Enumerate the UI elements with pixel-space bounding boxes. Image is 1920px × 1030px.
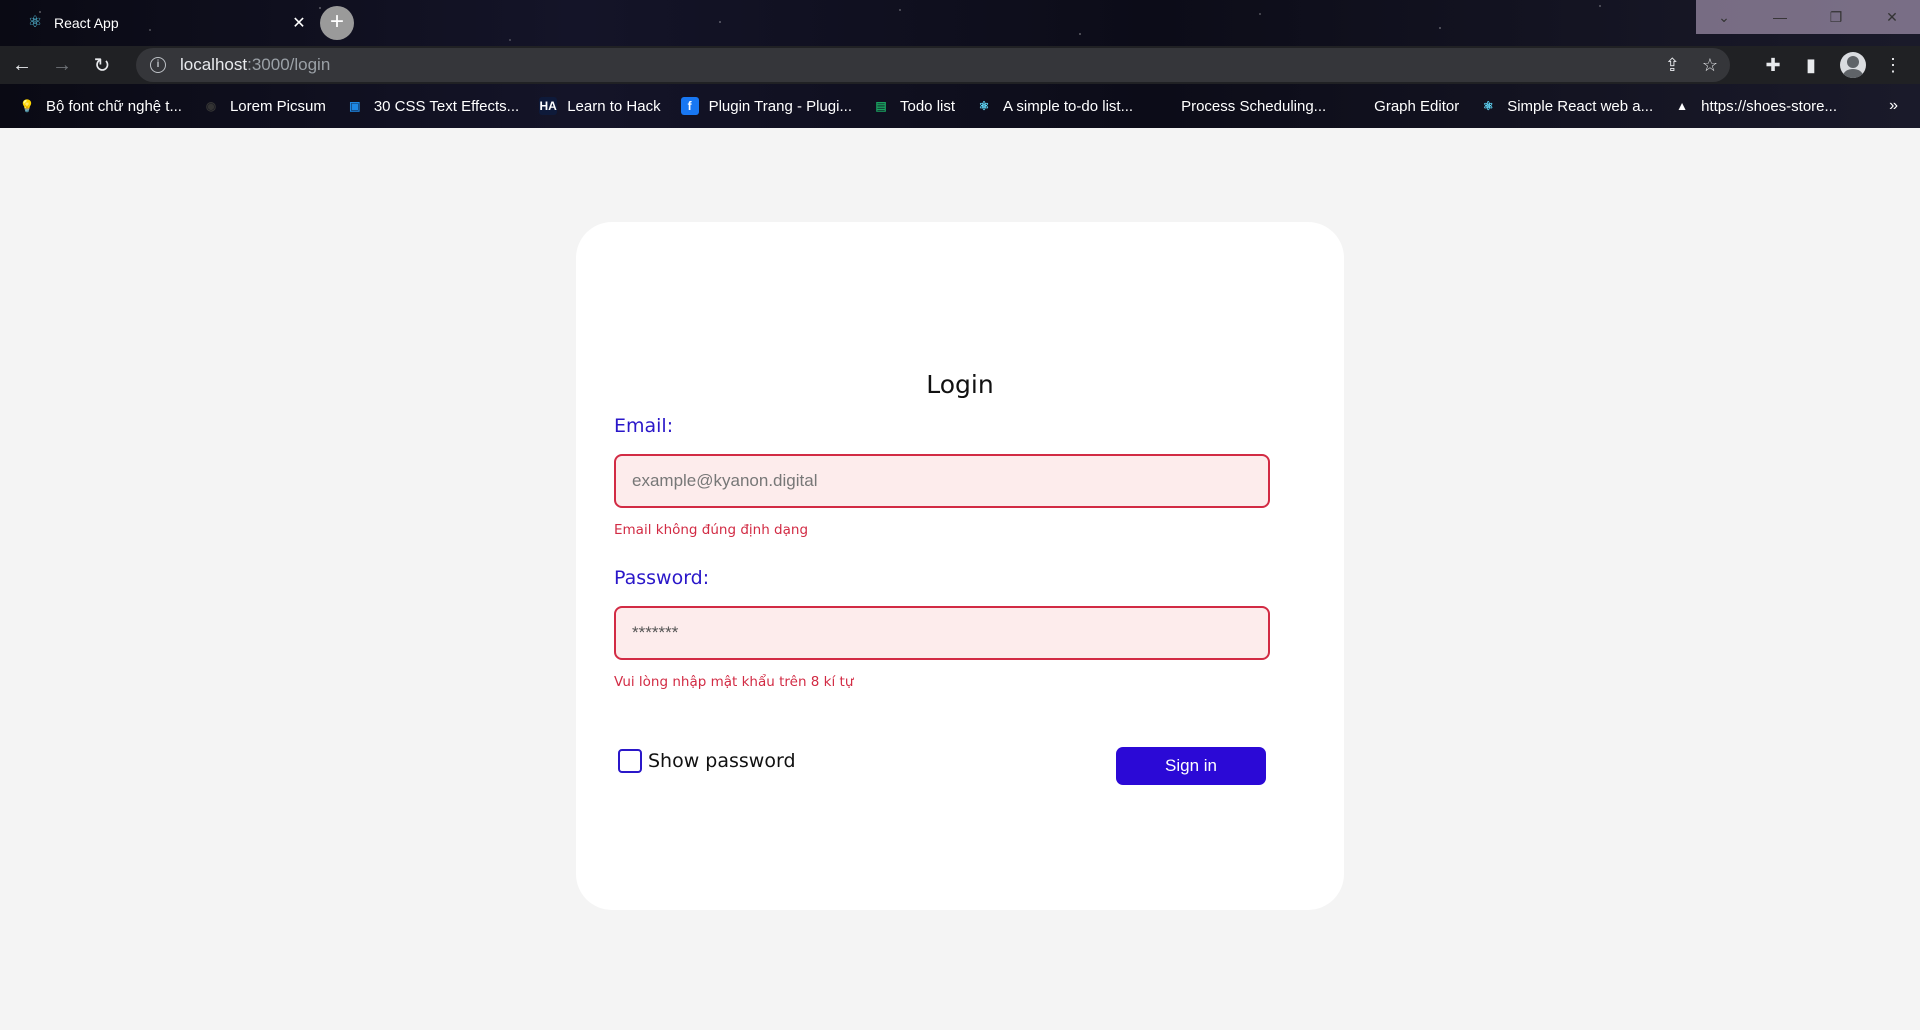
close-window-icon[interactable]: ✕ [1864,0,1920,34]
bookmark-item[interactable]: ▣ 30 CSS Text Effects... [336,90,529,122]
bookmark-item[interactable]: ⚛ A simple to-do list... [965,90,1143,122]
side-panel-icon[interactable]: ▮ [1794,46,1828,84]
tab-title: React App [54,15,119,31]
login-card: Login Email: Email không đúng định dạng … [576,222,1344,910]
menu-kebab-icon[interactable]: ⋮ [1876,46,1910,84]
tab-search-icon[interactable]: ⌄ [1696,0,1752,34]
new-tab-button[interactable]: + [320,6,354,40]
codepen-icon: ▣ [349,99,361,113]
extensions-icon[interactable]: ✚ [1756,46,1790,84]
bookmark-item[interactable]: ▲ https://shoes-store... [1663,90,1847,122]
bookmark-label: 30 CSS Text Effects... [373,97,520,115]
blank-page-icon [1153,97,1171,115]
camera-icon: ◉ [205,99,217,113]
bookmarks-overflow-icon[interactable]: » [1889,90,1898,122]
bookmark-label: Learn to Hack [567,97,661,115]
minimize-icon[interactable]: — [1752,0,1808,34]
bookmark-label: Lorem Picsum [229,97,326,115]
email-label: Email: [614,415,674,437]
bookmark-label: A simple to-do list... [1003,97,1134,115]
bookmark-item[interactable]: Process Scheduling... [1143,90,1336,122]
avatar-icon [1840,52,1866,78]
blank-page-icon [1346,97,1364,115]
bookmark-label: https://shoes-store... [1701,97,1838,115]
browser-toolbar: ← → ↻ i localhost:3000/login ⇪ ☆ ✚ ▮ ⋮ [0,46,1920,84]
bookmarks-bar: 💡 Bộ font chữ nghệ t... ◉ Lorem Picsum ▣ 30 C… [0,90,1920,122]
password-input[interactable] [614,606,1270,660]
bookmark-item[interactable]: ▤ Todo list [862,90,965,122]
triangle-icon: ▲ [1676,99,1689,113]
reload-icon[interactable]: ↻ [84,47,120,83]
page-body: Login Email: Email không đúng định dạng … [0,128,1920,1030]
hack-icon: HA [539,97,558,115]
react-icon: ⚛ [27,14,43,31]
facebook-icon: f [680,97,699,115]
address-bar[interactable]: i localhost:3000/login ⇪ ☆ [136,48,1730,82]
email-error: Email không đúng định dạng [614,522,809,538]
bookmark-star-icon[interactable]: ☆ [1702,55,1718,76]
login-title: Login [926,370,994,399]
share-icon[interactable]: ⇪ [1665,55,1680,76]
bookmark-item[interactable]: ◉ Lorem Picsum [192,90,336,122]
bookmark-label: Bộ font chữ nghệ t... [46,97,182,115]
url-path: :3000/login [247,55,331,74]
bookmark-label: Todo list [900,97,956,115]
password-label: Password: [614,567,710,589]
url-host: localhost [180,55,248,74]
profile-avatar[interactable] [1836,46,1870,84]
browser-chrome: ⚛ React App ✕ + ⌄ — ❐ ✕ ← → ↻ i localhos… [0,0,1920,128]
react-icon: ⚛ [978,99,990,113]
sign-in-button[interactable]: Sign in [1116,747,1266,785]
lightbulb-icon: 💡 [19,99,35,113]
bookmark-item[interactable]: ⚛ Simple React web a... [1469,90,1663,122]
bookmark-item[interactable]: f Plugin Trang - Plugi... [671,90,862,122]
bookmark-item[interactable]: Graph Editor [1336,90,1469,122]
back-icon[interactable]: ← [4,47,40,83]
bookmark-label: Plugin Trang - Plugi... [708,97,852,115]
sheet-icon: ▤ [875,99,887,113]
show-password-checkbox[interactable] [618,749,642,773]
forward-icon[interactable]: → [44,47,80,83]
bookmark-label: Graph Editor [1374,97,1460,115]
close-tab-icon[interactable]: ✕ [290,13,308,33]
react-icon: ⚛ [1482,99,1494,113]
bookmark-item[interactable]: 💡 Bộ font chữ nghệ t... [8,90,192,122]
browser-tab[interactable]: ⚛ React App ✕ [12,6,312,40]
show-password-toggle[interactable]: Show password [618,749,796,773]
window-controls: ⌄ — ❐ ✕ [1696,0,1920,34]
email-input[interactable] [614,454,1270,508]
password-error: Vui lòng nhập mật khẩu trên 8 kí tự [614,674,854,690]
info-icon[interactable]: i [150,57,166,73]
bookmark-label: Process Scheduling... [1181,97,1327,115]
bookmark-item[interactable]: HA Learn to Hack [529,90,670,122]
restore-icon[interactable]: ❐ [1808,0,1864,34]
bookmark-label: Simple React web a... [1507,97,1654,115]
show-password-label: Show password [648,750,796,772]
